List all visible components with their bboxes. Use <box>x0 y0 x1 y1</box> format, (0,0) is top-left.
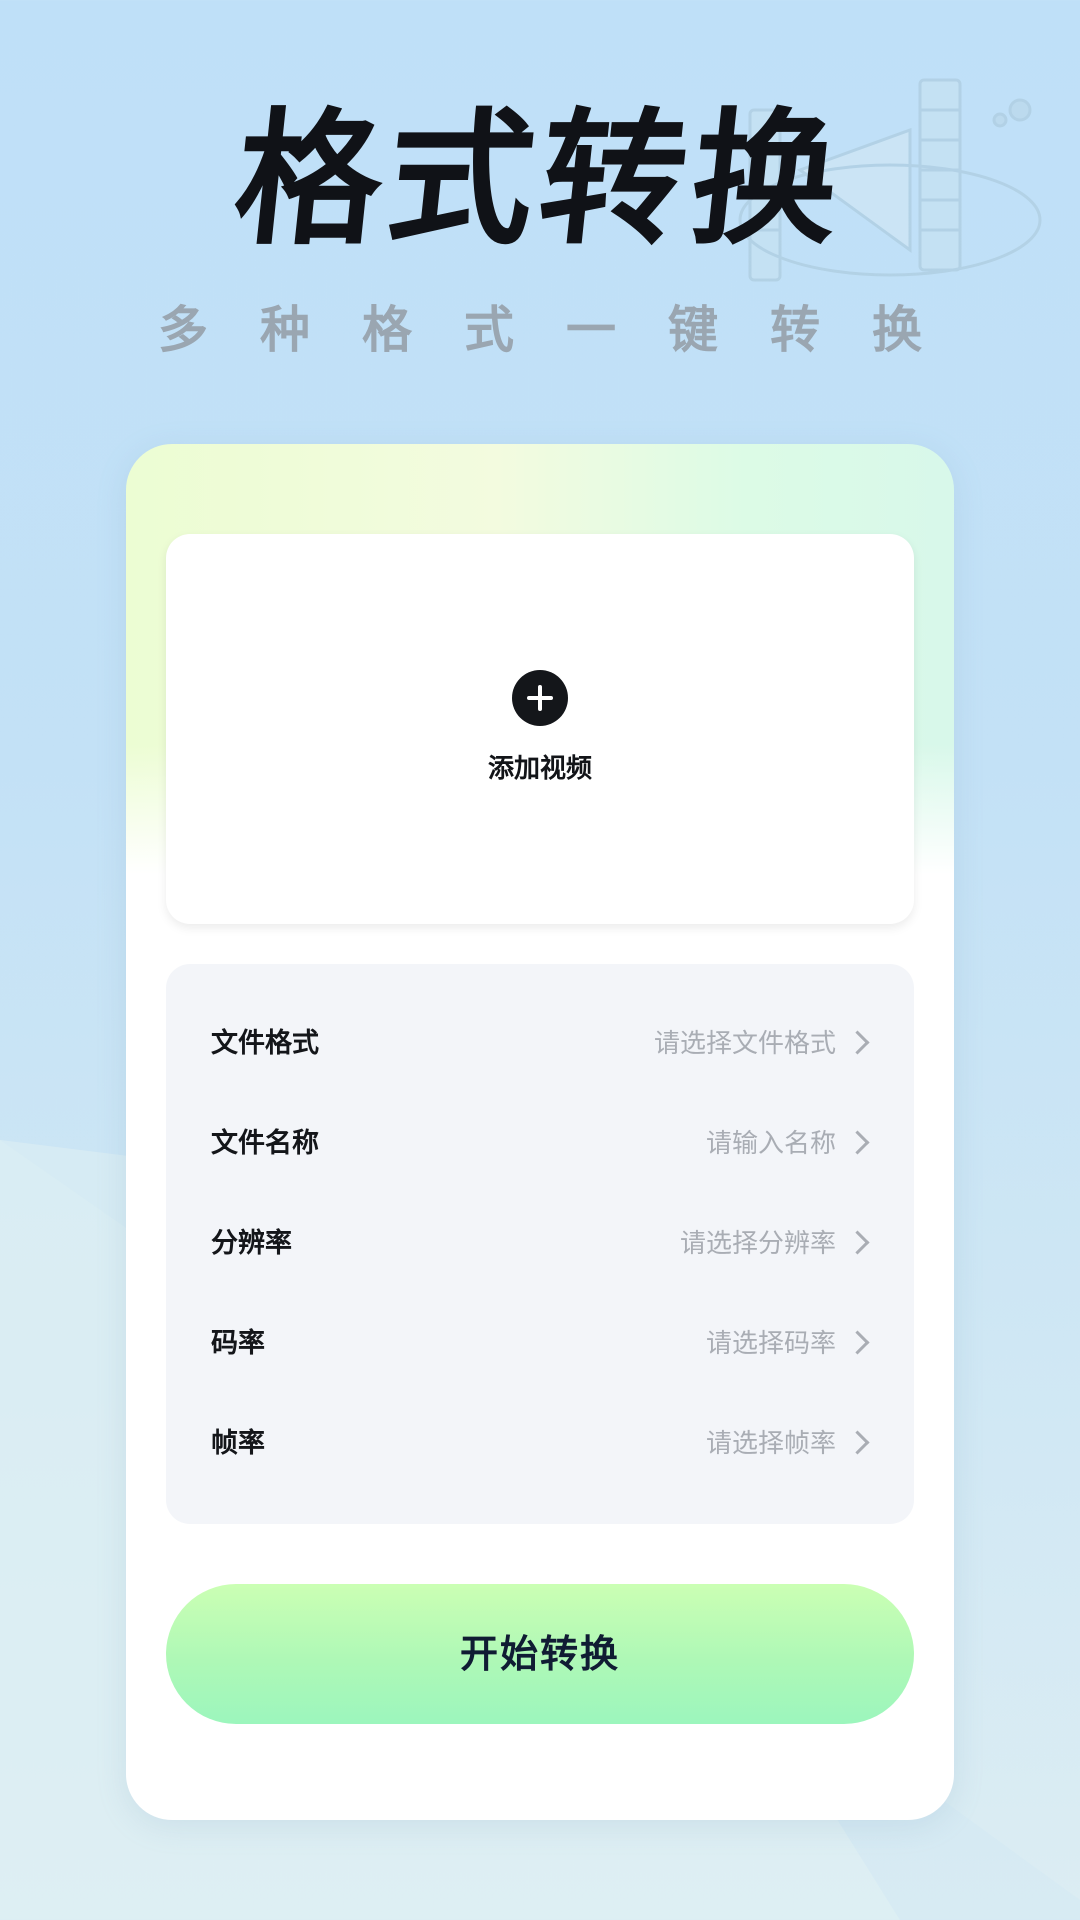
chevron-right-icon <box>845 1130 870 1155</box>
chevron-right-icon <box>845 1030 870 1055</box>
setting-placeholder: 请选择帧率 <box>705 1429 836 1459</box>
add-video-label: 添加视频 <box>487 754 592 784</box>
chevron-right-icon <box>845 1230 870 1255</box>
conversion-card: 添加视频 文件格式 请选择文件格式 文件名称 请输入名称 分辨率 请选择分辨率 … <box>126 444 954 1820</box>
setting-label: 分辨率 <box>211 1228 292 1259</box>
setting-label: 文件格式 <box>211 1028 319 1059</box>
setting-label: 码率 <box>211 1328 265 1359</box>
file-format-row[interactable]: 文件格式 请选择文件格式 <box>166 994 914 1094</box>
framerate-row[interactable]: 帧率 请选择帧率 <box>166 1394 914 1494</box>
plus-circle-icon <box>512 670 568 726</box>
start-conversion-button[interactable]: 开始转换 <box>166 1584 914 1724</box>
page-subtitle: 多种格式一键转换 <box>158 301 974 359</box>
chevron-right-icon <box>845 1330 870 1355</box>
settings-panel: 文件格式 请选择文件格式 文件名称 请输入名称 分辨率 请选择分辨率 码率 请选… <box>166 964 914 1524</box>
setting-placeholder: 请选择文件格式 <box>653 1029 836 1059</box>
setting-placeholder: 请选择分辨率 <box>679 1229 836 1259</box>
setting-label: 帧率 <box>211 1428 265 1459</box>
file-name-row[interactable]: 文件名称 请输入名称 <box>166 1094 914 1194</box>
setting-placeholder: 请选择码率 <box>705 1329 836 1359</box>
chevron-right-icon <box>845 1430 870 1455</box>
add-video-button[interactable]: 添加视频 <box>166 534 914 924</box>
resolution-row[interactable]: 分辨率 请选择分辨率 <box>166 1194 914 1294</box>
setting-label: 文件名称 <box>211 1128 319 1159</box>
bitrate-row[interactable]: 码率 请选择码率 <box>166 1294 914 1394</box>
setting-placeholder: 请输入名称 <box>705 1129 836 1159</box>
page-title: 格式转换 <box>227 95 853 265</box>
